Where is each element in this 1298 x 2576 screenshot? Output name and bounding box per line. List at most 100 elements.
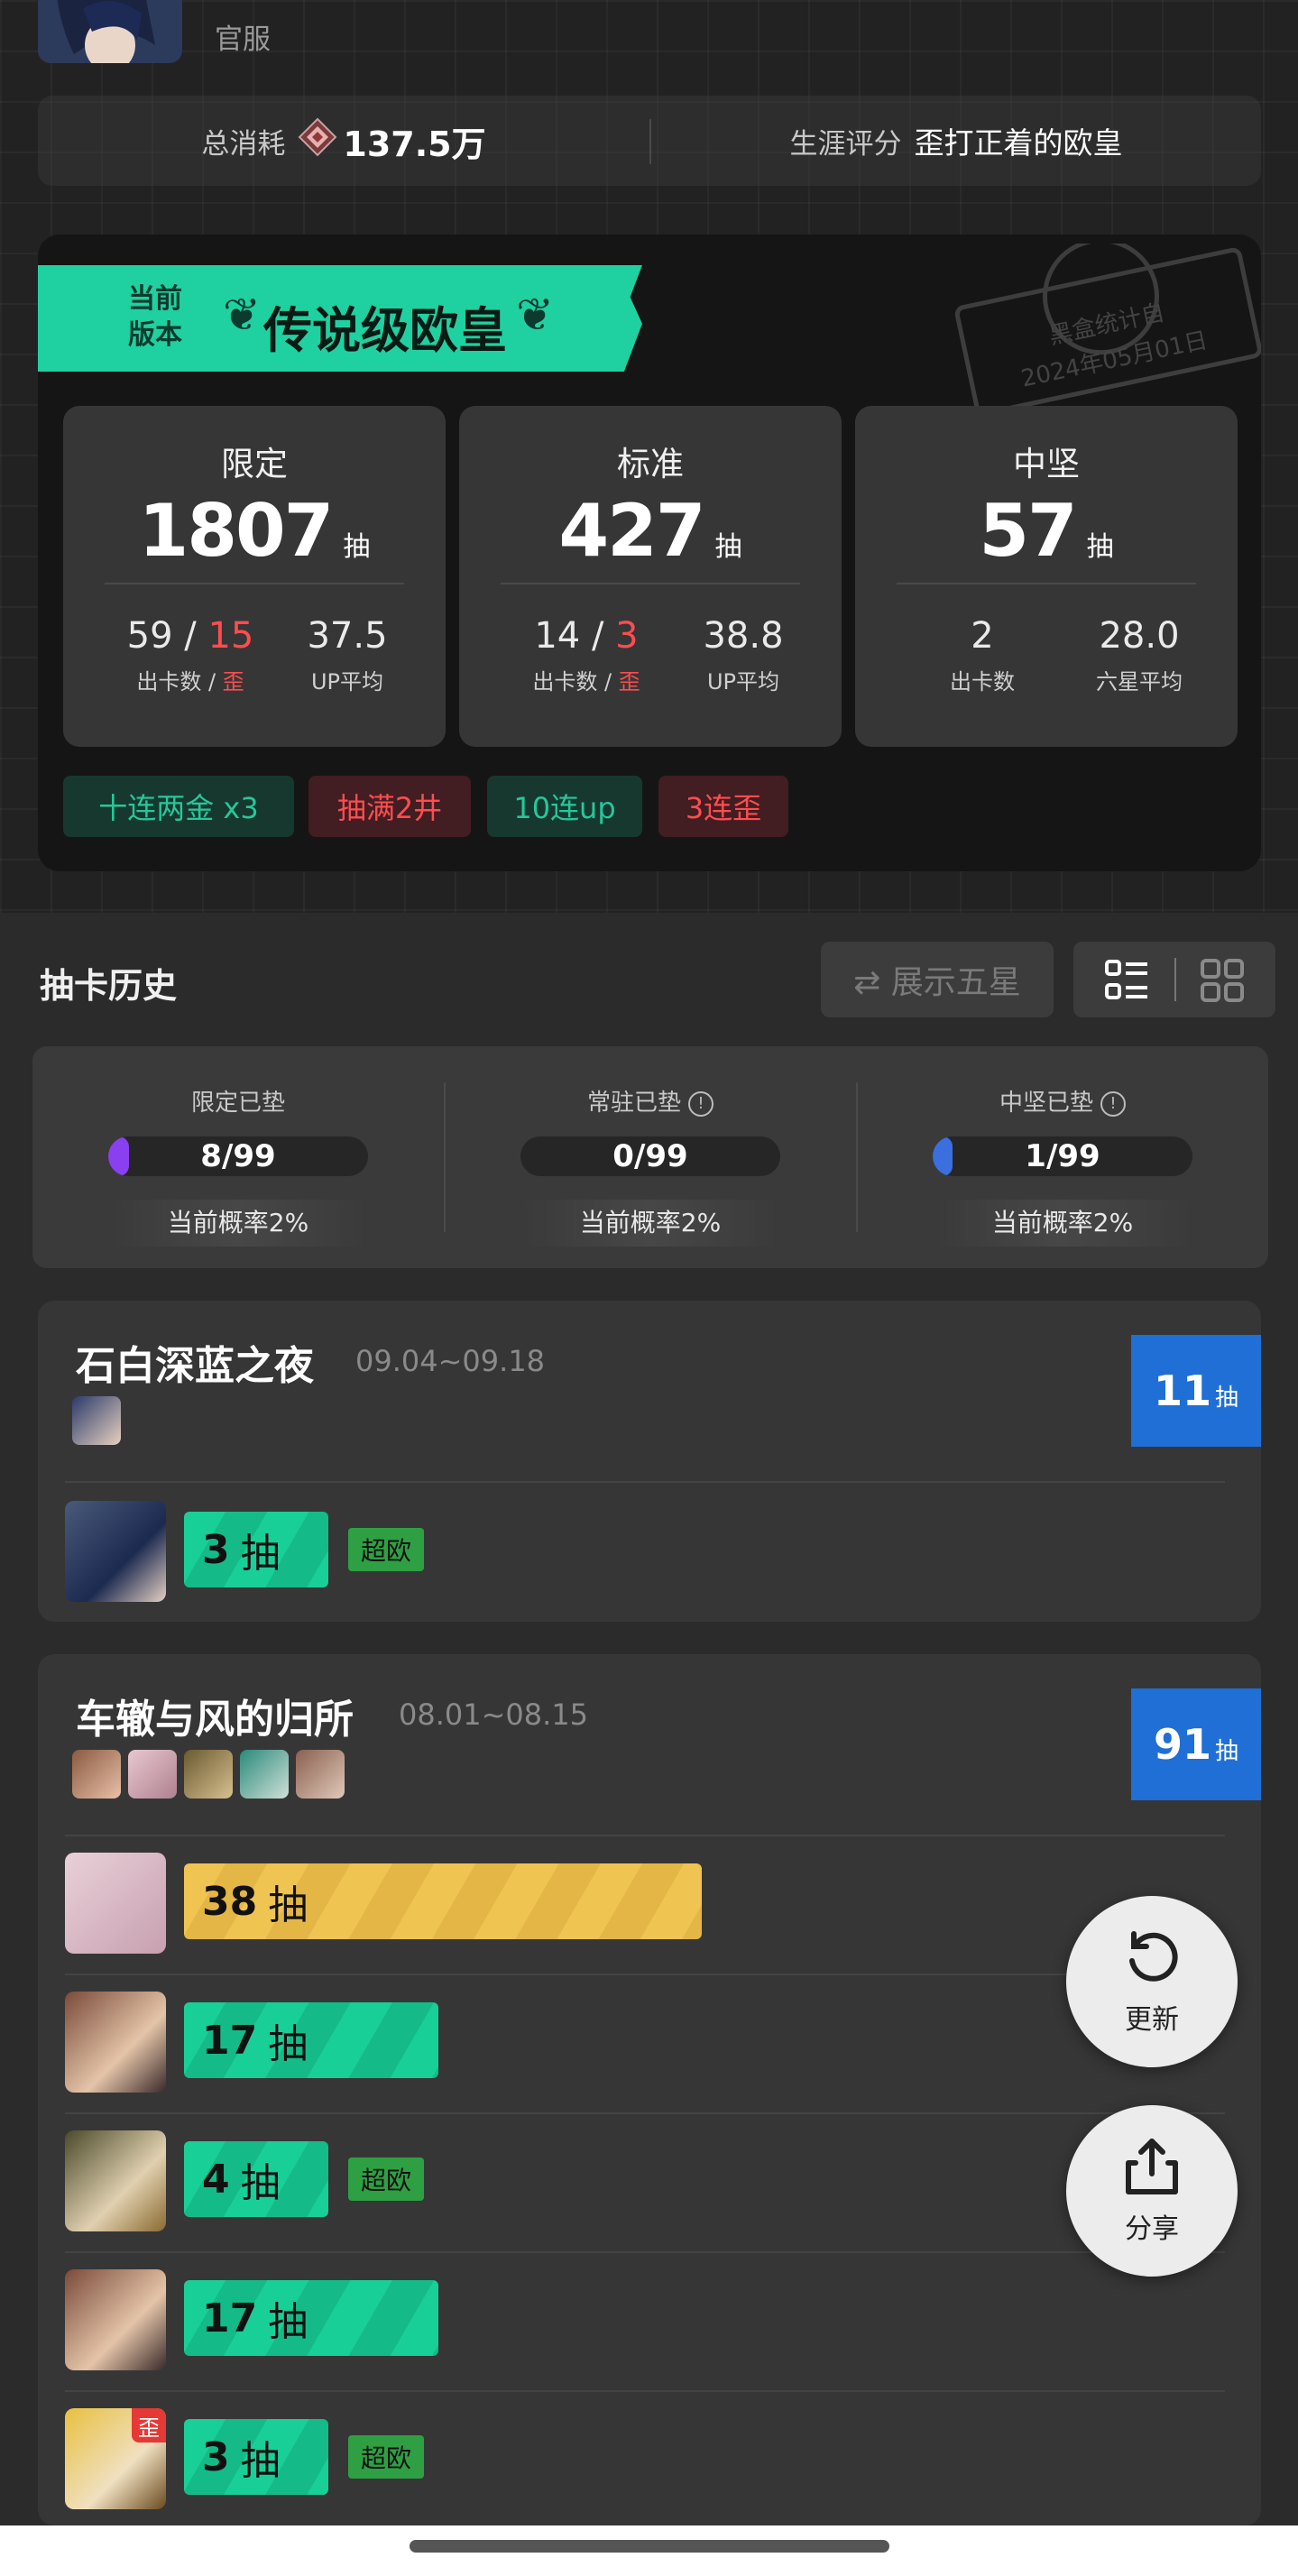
pool-divider [897,583,1196,584]
orundum-icon [298,117,337,164]
pull-count-bar: 4抽 [184,2141,328,2217]
banner-card[interactable]: 石白深蓝之夜 09.04~09.18 11 抽 3抽 超欧 [38,1301,1261,1622]
info-icon[interactable]: ! [688,1090,713,1117]
row-divider [65,1481,1225,1483]
laurel-right-icon: ❦ [516,289,554,341]
row-divider [65,2390,1225,2392]
info-icon[interactable]: ! [1100,1090,1126,1117]
banner-dates: 08.01~08.15 [399,1697,589,1732]
pull-count: 17 [202,2017,258,2064]
pull-count-bar: 3抽 [184,2419,328,2495]
pool-name: 中坚 [1013,445,1080,483]
pull-count-bar: 38 抽 [184,1863,703,1939]
pool-count-number: 57 [979,489,1077,573]
pity-limited: 限定已垫 8/99 当前概率2% [32,1046,444,1268]
pull-count-bar: 17 抽 [184,2002,439,2078]
list-view-icon[interactable] [1104,958,1149,1007]
banner-title: 车辙与风的归所 [76,1697,354,1743]
avg-label: UP平均 [310,669,384,695]
share-label: 分享 [1125,2213,1179,2245]
lucky-badge: 超欧 [348,1528,425,1571]
version-label-line2: 版本 [128,319,182,351]
row-divider [65,1835,1225,1836]
pity-progress-value: 0/99 [612,1138,688,1174]
pity-progress-value: 8/99 [200,1138,276,1174]
operator-mini-avatar [72,1396,121,1445]
version-label: 当前 版本 [119,281,191,354]
cards-count: 59 [126,615,173,657]
pity-card: 限定已垫 8/99 当前概率2% 常驻已垫! 0/99 当前概率2% 中坚已垫!… [32,1046,1268,1268]
off-rate-badge: 歪 [132,2408,166,2443]
achievement-tag: 3连歪 [658,776,788,837]
pull-count-bar: 17 抽 [184,2280,439,2356]
row-divider [65,1973,1225,1975]
avg-label: UP平均 [706,669,780,695]
pity-progress-bar: 8/99 [108,1136,368,1176]
pity-core: 中坚已垫! 1/99 当前概率2% [857,1046,1268,1268]
pool-count-unit: 抽 [714,531,742,563]
pity-label: 中坚已垫! [857,1084,1268,1118]
stats-bar: 总消耗 137.5万 生涯评分 歪打正着的欧皇 [38,96,1261,186]
off-rate-count: 15 [207,615,254,657]
cards-label: 出卡数 / [532,669,619,695]
view-toggle [1073,942,1275,1017]
operator-mini-avatar [128,1750,177,1799]
pool-name: 标准 [617,445,684,483]
lucky-badge: 超欧 [348,2157,425,2201]
off-rate-count: 3 [615,615,639,657]
pull-count: 3 [202,1526,230,1573]
lucky-badge: 超欧 [348,2435,425,2479]
avatar [38,0,182,63]
avg-value: 38.8 [703,615,784,657]
version-label-line1: 当前 [128,283,182,315]
pull-unit: 抽 [240,2438,281,2484]
pull-unit: 抽 [268,2021,308,2067]
cards-label: 出卡数 [950,669,1015,695]
pull-count-bar: 3抽 [184,1512,328,1587]
banner-total-unit: 抽 [1215,1384,1239,1412]
pool-cards-stat: 14 / 3 出卡数 / 歪 [510,615,663,695]
avg-value: 37.5 [307,615,388,657]
share-button[interactable]: 分享 [1066,2105,1238,2277]
operator-avatar: 歪 [65,2408,166,2509]
banner-dates: 09.04~09.18 [355,1344,546,1378]
pity-label: 常驻已垫! [445,1084,856,1118]
refresh-button[interactable]: 更新 [1066,1896,1238,2067]
home-indicator[interactable] [410,2540,889,2553]
grid-view-icon[interactable] [1200,958,1245,1007]
consume-value: 137.5万 [343,124,486,164]
server-label: 官服 [215,23,271,56]
off-rate-label: 歪 [618,669,640,695]
pool-cards-stat: 2 出卡数 [906,615,1059,695]
cards-count: 2 [971,615,994,657]
pull-count: 4 [202,2156,230,2203]
refresh-icon [1129,1931,1178,1982]
avg-value: 28.0 [1099,615,1180,657]
stamp-watermark: 黑盒统计自 2024年05月01日 [936,238,1261,416]
pity-progress-bar: 0/99 [520,1136,780,1176]
laurel-left-icon: ❦ [223,289,261,341]
banner-title: 石白深蓝之夜 [76,1343,314,1389]
pity-label-text: 中坚已垫 [999,1090,1093,1117]
operator-mini-avatar [240,1750,289,1799]
pool-avg-stat: 38.8 UP平均 [676,615,811,695]
operator-avatar [65,2130,166,2231]
operator-avatar [65,1853,166,1954]
operator-avatar [65,1992,166,2093]
banner-card[interactable]: 车辙与风的归所 08.01~08.15 91 抽 38 抽 17 抽 4抽 超欧 17… [38,1654,1261,2525]
pool-standard: 标准 427 抽 14 / 3 出卡数 / 歪 38.8 UP平均 [459,406,842,747]
banner-total-number: 91 [1153,1720,1211,1769]
banner-total-number: 11 [1153,1366,1211,1415]
view-toggle-divider [1174,958,1176,1001]
operator-mini-avatar [184,1750,233,1799]
pool-count-number: 1807 [138,489,335,573]
banner-total-unit: 抽 [1215,1737,1239,1765]
pool-count-number: 427 [558,489,706,573]
stat-separator: / [172,615,208,657]
score-label: 生涯评分 [789,127,902,161]
pull-unit: 抽 [240,2160,281,2206]
pool-count: 57 抽 [855,489,1238,573]
refresh-label: 更新 [1125,2004,1179,2036]
show-five-star-button[interactable]: ⇄ 展示五星 [821,942,1054,1017]
pool-count-unit: 抽 [343,531,371,563]
